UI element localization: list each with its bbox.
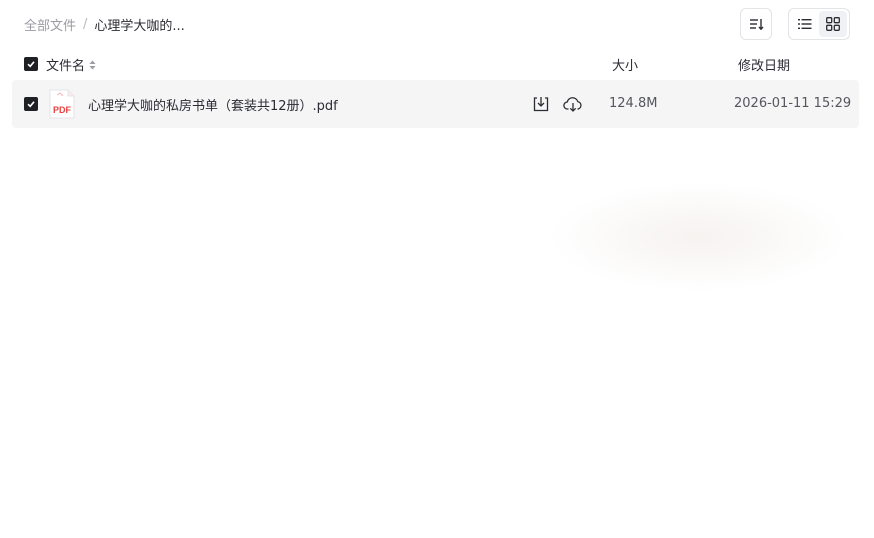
grid-view-button[interactable] (819, 11, 847, 37)
breadcrumb: 全部文件 / 心理学大咖的... (24, 14, 185, 34)
breadcrumb-root-link[interactable]: 全部文件 (24, 15, 76, 34)
select-all-checkbox[interactable] (24, 57, 38, 71)
file-size: 124.8M (609, 96, 658, 111)
download-icon[interactable] (532, 95, 550, 113)
sort-button[interactable] (740, 8, 772, 40)
pdf-badge-label: PDF (53, 105, 72, 115)
file-name[interactable]: 心理学大咖的私房书单（套装共12册）.pdf (88, 95, 338, 114)
checkmark-icon (27, 61, 35, 68)
table-header: 文件名 大小 修改日期 (0, 52, 874, 76)
breadcrumb-current-folder: 心理学大咖的... (94, 18, 185, 34)
column-header-name-label: 文件名 (46, 59, 86, 74)
file-browser: 全部文件 / 心理学大咖的... 文件名 大小 修改日期 PDF 心理学大咖的私… (0, 0, 874, 538)
table-row[interactable]: PDF 心理学大咖的私房书单（套装共12册）.pdf 124.8M 2026-0… (12, 80, 859, 128)
column-header-name[interactable]: 文件名 (46, 55, 96, 74)
view-mode-toggle (788, 8, 850, 40)
list-view-button[interactable] (791, 11, 819, 37)
background-glow (548, 182, 848, 292)
row-checkbox[interactable] (24, 97, 38, 111)
list-view-icon (798, 19, 812, 29)
column-header-modified[interactable]: 修改日期 (738, 55, 790, 74)
grid-view-icon (826, 17, 840, 31)
column-header-size[interactable]: 大小 (612, 55, 638, 74)
file-modified-date: 2026-01-11 15:29 (734, 96, 852, 111)
sort-descending-icon (750, 19, 764, 31)
pdf-file-icon: PDF (49, 89, 75, 119)
sort-caret-icon (89, 60, 96, 70)
breadcrumb-separator: / (83, 16, 88, 32)
cloud-save-icon[interactable] (563, 95, 583, 113)
checkmark-icon (27, 101, 35, 108)
